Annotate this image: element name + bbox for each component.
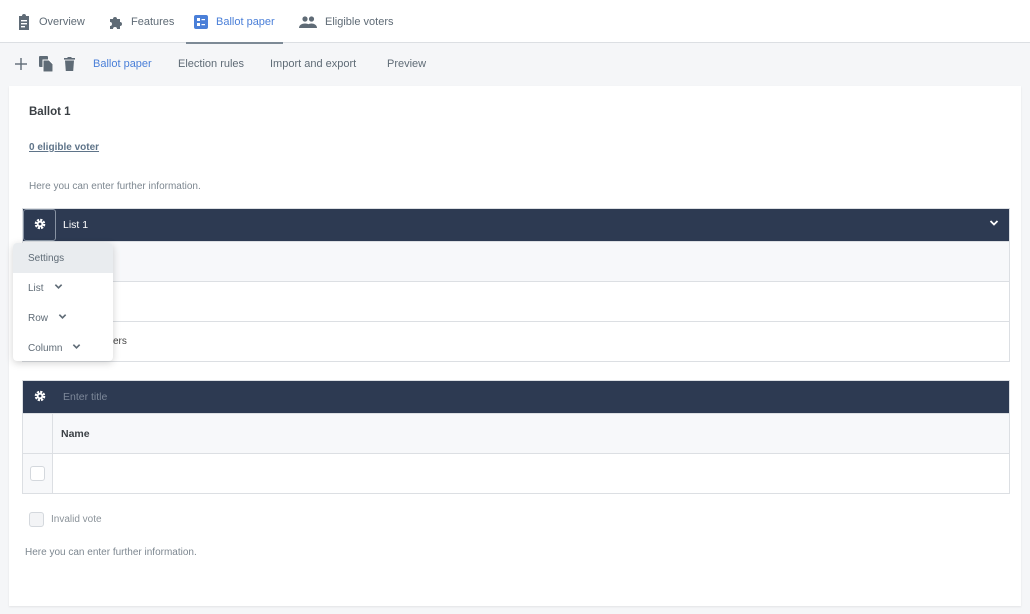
list-2-settings-button[interactable] <box>23 381 56 413</box>
tab-overview[interactable]: Overview <box>17 0 85 43</box>
menu-item-column[interactable]: Column <box>13 333 113 361</box>
ballot-list-icon <box>194 14 208 29</box>
select-column <box>23 454 53 493</box>
info-text-top[interactable]: Here you can enter further information. <box>29 181 201 192</box>
select-column <box>23 414 53 453</box>
link-election-rules[interactable]: Election rules <box>178 58 244 70</box>
list-2-row <box>23 453 1009 493</box>
delete-button[interactable] <box>60 56 78 74</box>
tab-ballot-paper[interactable]: Ballot paper <box>186 0 283 44</box>
menu-item-row[interactable]: Row <box>13 303 113 333</box>
list-1-settings-button[interactable] <box>23 209 56 241</box>
sub-toolbar: Ballot paper Election rules Import and e… <box>0 44 1030 86</box>
tab-features[interactable]: Features <box>107 0 174 43</box>
copy-button[interactable] <box>37 55 55 75</box>
eligible-voter-link[interactable]: 0 eligible voter <box>29 142 99 153</box>
menu-label: Column <box>28 342 63 354</box>
list-1-row: y <box>23 281 1009 321</box>
gear-icon <box>34 218 46 233</box>
tab-label: Features <box>131 15 175 28</box>
invalid-vote-checkbox[interactable] <box>29 512 44 527</box>
invalid-vote-label: Invalid vote <box>51 514 102 525</box>
list-2-title-input[interactable]: Enter title <box>63 391 107 403</box>
gear-icon <box>34 390 46 405</box>
row-text: ers <box>113 336 127 347</box>
list-1-header: List 1 <box>23 209 1009 241</box>
tab-eligible-voters[interactable]: Eligible voters <box>299 0 393 43</box>
name-column-header: Name <box>61 427 90 440</box>
settings-menu: Settings List Row Column <box>13 243 113 361</box>
info-text-bottom[interactable]: Here you can enter further information. <box>25 547 197 558</box>
tab-label: Ballot paper <box>216 15 275 28</box>
add-button[interactable] <box>12 56 30 74</box>
invalid-vote: Invalid vote <box>29 512 102 527</box>
plus-icon <box>15 57 27 73</box>
trash-icon <box>63 56 75 74</box>
row-checkbox[interactable] <box>30 466 45 481</box>
menu-label: Settings <box>28 252 65 264</box>
menu-label: List <box>28 282 44 294</box>
people-icon <box>299 15 317 28</box>
list-2-header: Enter title <box>23 381 1009 413</box>
top-nav: Overview Features Ballot paper Eligible … <box>0 0 1030 44</box>
list-2: Enter title Name <box>22 380 1010 494</box>
tab-label: Eligible voters <box>325 15 394 28</box>
link-ballot-paper[interactable]: Ballot paper <box>93 58 152 70</box>
chevron-down-icon <box>54 282 63 294</box>
list-1-row: ers <box>23 321 1009 361</box>
list-1-row <box>23 241 1009 281</box>
chevron-down-icon <box>72 342 81 354</box>
chevron-down-icon[interactable] <box>989 218 999 231</box>
list-1: List 1 y ers <box>22 208 1010 362</box>
ballot-title: Ballot 1 <box>29 106 71 118</box>
chevron-down-icon <box>58 312 67 324</box>
copy-icon <box>39 55 54 75</box>
list-1-title[interactable]: List 1 <box>63 219 88 231</box>
tab-label: Overview <box>39 15 85 28</box>
clipboard-icon <box>17 13 31 30</box>
puzzle-icon <box>107 14 123 30</box>
menu-item-list[interactable]: List <box>13 273 113 303</box>
menu-item-settings[interactable]: Settings <box>13 243 113 273</box>
link-import-export[interactable]: Import and export <box>270 58 356 70</box>
menu-label: Row <box>28 312 49 324</box>
list-2-header-row: Name <box>23 413 1009 453</box>
link-preview[interactable]: Preview <box>387 58 426 70</box>
ballot-card: Ballot 1 0 eligible voter Here you can e… <box>9 86 1021 606</box>
